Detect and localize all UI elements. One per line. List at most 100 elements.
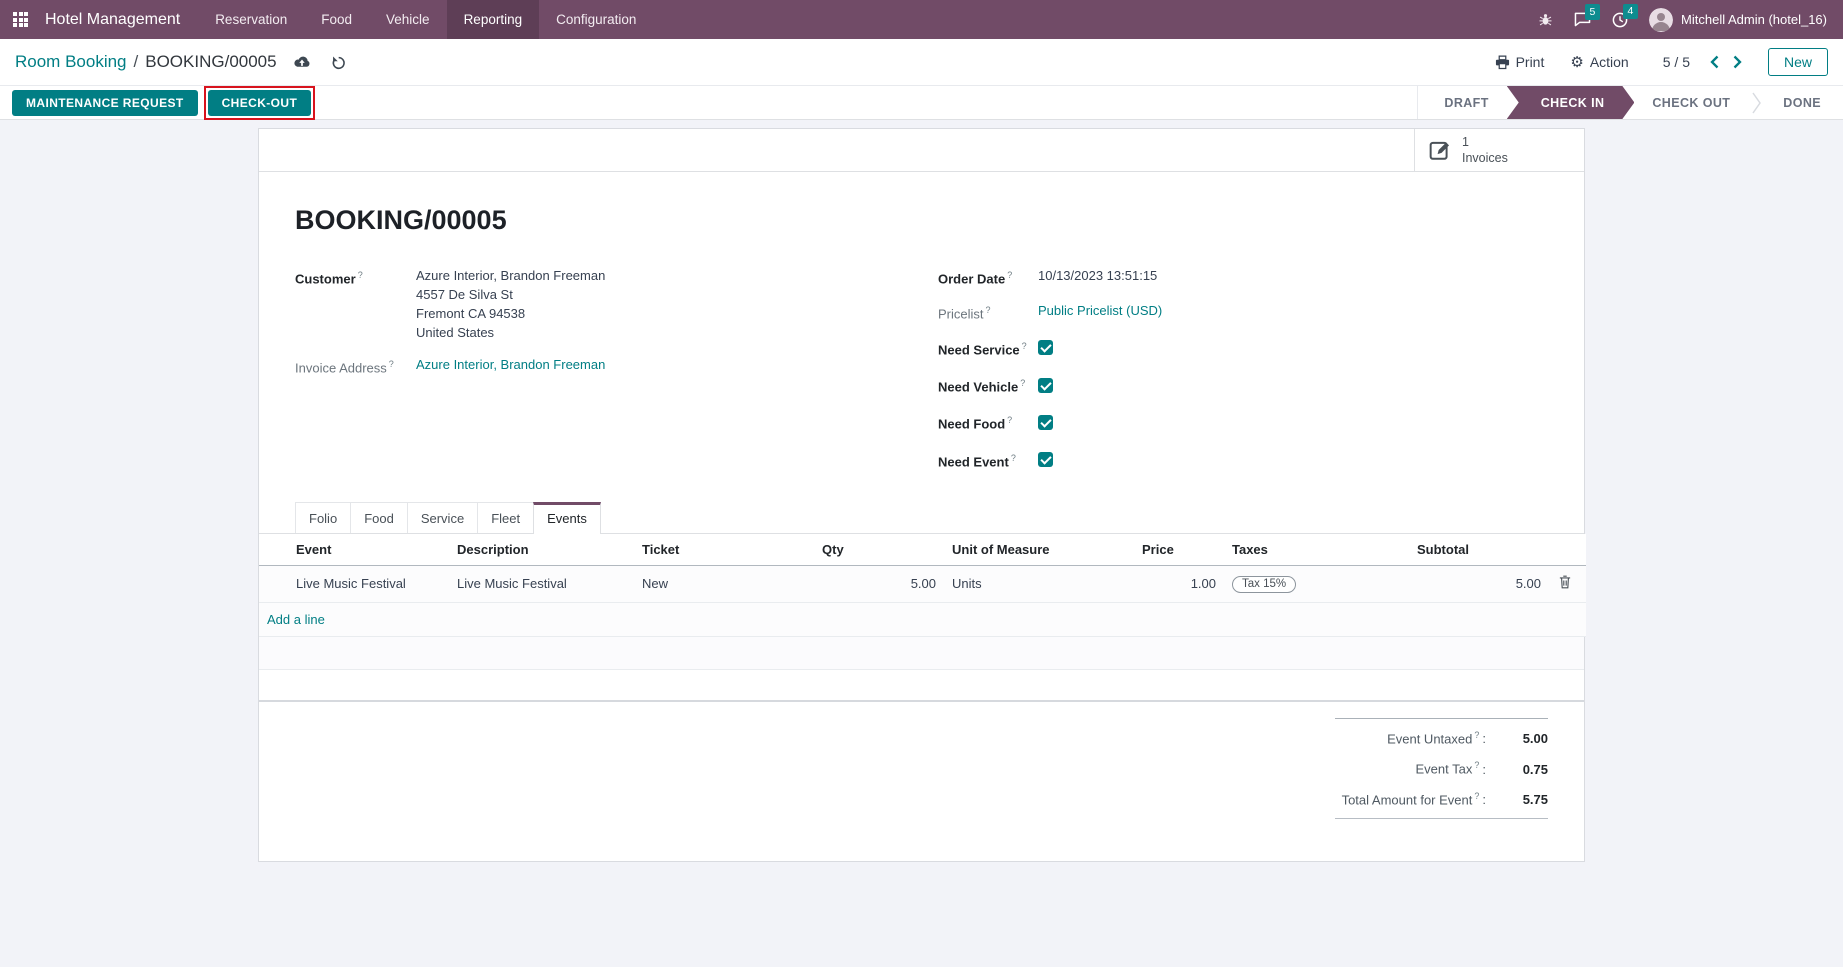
need-service-checkbox[interactable] [1038, 340, 1053, 355]
nav-item-configuration[interactable]: Configuration [539, 0, 653, 39]
need-event-checkbox[interactable] [1038, 452, 1053, 467]
field-grid: Customer? Azure Interior, Brandon Freema… [295, 266, 1548, 486]
help-marker: ? [1020, 378, 1025, 388]
col-subtotal[interactable]: Subtotal [1409, 534, 1549, 566]
nav-item-reservation[interactable]: Reservation [198, 0, 304, 39]
nav-item-food[interactable]: Food [304, 0, 369, 39]
activities-count-badge: 4 [1623, 4, 1638, 20]
customer-label: Customer [295, 271, 356, 286]
pager-previous-button[interactable] [1710, 55, 1719, 69]
order-date-value[interactable]: 10/13/2023 13:51:15 [1038, 266, 1157, 288]
total-event-tax: Event Tax? : 0.75 [1335, 753, 1548, 783]
need-vehicle-checkbox[interactable] [1038, 378, 1053, 393]
help-marker: ? [1474, 791, 1479, 801]
add-line-row: Add a line [259, 602, 1586, 636]
invoices-label: Invoices [1462, 150, 1508, 166]
add-a-line-link[interactable]: Add a line [267, 612, 325, 627]
print-button[interactable]: Print [1495, 54, 1545, 70]
record-title: BOOKING/00005 [295, 205, 1548, 236]
customer-value[interactable]: Azure Interior, Brandon Freeman 4557 De … [416, 266, 605, 342]
bug-icon [1538, 12, 1553, 27]
pricelist-value[interactable]: Public Pricelist (USD) [1038, 301, 1162, 323]
cell-description[interactable]: Live Music Festival [449, 565, 634, 602]
user-menu[interactable]: Mitchell Admin (hotel_16) [1649, 8, 1827, 32]
new-record-button[interactable]: New [1768, 48, 1828, 76]
col-description[interactable]: Description [449, 534, 634, 566]
action-menu-button[interactable]: ⚙ Action [1570, 54, 1628, 70]
record-pager[interactable]: 5 / 5 [1663, 54, 1690, 70]
total-value: 5.75 [1486, 792, 1548, 807]
pricelist-label: Pricelist [938, 307, 984, 322]
col-unit-of-measure[interactable]: Unit of Measure [944, 534, 1134, 566]
annotation-highlight-box: CHECK-OUT [204, 86, 316, 120]
cloud-upload-icon [293, 55, 311, 69]
delete-row-button[interactable] [1559, 575, 1571, 592]
field-need-service: Need Service? [938, 337, 1548, 359]
col-taxes[interactable]: Taxes [1224, 534, 1409, 566]
debug-button[interactable] [1538, 12, 1553, 27]
top-navbar: Hotel Management Reservation Food Vehicl… [0, 0, 1843, 39]
col-ticket[interactable]: Ticket [634, 534, 814, 566]
invoice-address-value[interactable]: Azure Interior, Brandon Freeman [416, 355, 605, 377]
help-marker: ? [1474, 760, 1479, 770]
save-record-button[interactable] [293, 55, 311, 69]
cell-subtotal[interactable]: 5.00 [1409, 565, 1549, 602]
cell-taxes: Tax 15% [1224, 565, 1409, 602]
undo-icon [331, 55, 346, 70]
breadcrumb-divider: / [134, 52, 139, 72]
tab-folio[interactable]: Folio [295, 502, 351, 533]
app-title[interactable]: Hotel Management [41, 0, 198, 39]
events-list: Event Description Ticket Qty Unit of Mea… [259, 534, 1584, 702]
empty-list-row [259, 637, 1584, 670]
field-order-date: Order Date? 10/13/2023 13:51:15 [938, 266, 1548, 288]
col-event[interactable]: Event [259, 534, 449, 566]
print-label: Print [1516, 54, 1545, 70]
stage-check-in[interactable]: CHECK IN [1507, 86, 1635, 119]
help-marker: ? [1474, 730, 1479, 740]
pager-next-button[interactable] [1733, 55, 1742, 69]
apps-grid-icon [13, 12, 28, 27]
main-menu: Reservation Food Vehicle Reporting Confi… [198, 0, 653, 39]
table-header-row: Event Description Ticket Qty Unit of Mea… [259, 534, 1586, 566]
invoices-smart-button[interactable]: 1 Invoices [1414, 129, 1584, 171]
form-view: 1 Invoices BOOKING/00005 Customer? Azure… [0, 120, 1843, 862]
need-food-checkbox[interactable] [1038, 415, 1053, 430]
stage-draft[interactable]: DRAFT [1422, 86, 1510, 119]
control-panel: Room Booking / BOOKING/00005 Print ⚙ Act… [0, 39, 1843, 85]
breadcrumb-current: BOOKING/00005 [145, 52, 276, 72]
col-price[interactable]: Price [1134, 534, 1224, 566]
field-need-vehicle: Need Vehicle? [938, 374, 1548, 396]
cell-event[interactable]: Live Music Festival [259, 565, 449, 602]
col-qty[interactable]: Qty [814, 534, 944, 566]
tab-food[interactable]: Food [350, 502, 408, 533]
breadcrumb-parent-link[interactable]: Room Booking [15, 52, 127, 72]
nav-item-reporting[interactable]: Reporting [447, 0, 540, 39]
help-marker: ? [986, 305, 991, 315]
tab-service[interactable]: Service [407, 502, 478, 533]
stage-pipeline: DRAFT CHECK IN CHECK OUT DONE [1417, 86, 1843, 119]
cell-uom[interactable]: Units [944, 565, 1134, 602]
table-row[interactable]: Live Music Festival Live Music Festival … [259, 565, 1586, 602]
empty-list-row [259, 670, 1584, 702]
notebook-tabs: Folio Food Service Fleet Events [259, 502, 1584, 534]
need-service-label: Need Service [938, 342, 1020, 357]
action-label: Action [1590, 54, 1629, 70]
apps-menu-button[interactable] [0, 0, 41, 39]
discard-changes-button[interactable] [331, 55, 346, 70]
tab-fleet[interactable]: Fleet [477, 502, 534, 533]
cell-price[interactable]: 1.00 [1134, 565, 1224, 602]
cell-ticket[interactable]: New [634, 565, 814, 602]
activities-button[interactable]: 4 [1612, 12, 1628, 28]
chevron-right-icon [1733, 55, 1742, 69]
tab-events[interactable]: Events [533, 502, 601, 534]
maintenance-request-button[interactable]: MAINTENANCE REQUEST [12, 90, 198, 116]
stage-separator-icon [1752, 92, 1761, 114]
messages-button[interactable]: 5 [1574, 12, 1591, 27]
field-need-event: Need Event? [938, 449, 1548, 471]
stage-check-out[interactable]: CHECK OUT [1630, 86, 1752, 119]
cell-qty[interactable]: 5.00 [814, 565, 944, 602]
stage-done[interactable]: DONE [1761, 86, 1843, 119]
nav-item-vehicle[interactable]: Vehicle [369, 0, 447, 39]
tax-tag[interactable]: Tax 15% [1232, 576, 1296, 593]
check-out-button[interactable]: CHECK-OUT [208, 90, 312, 116]
